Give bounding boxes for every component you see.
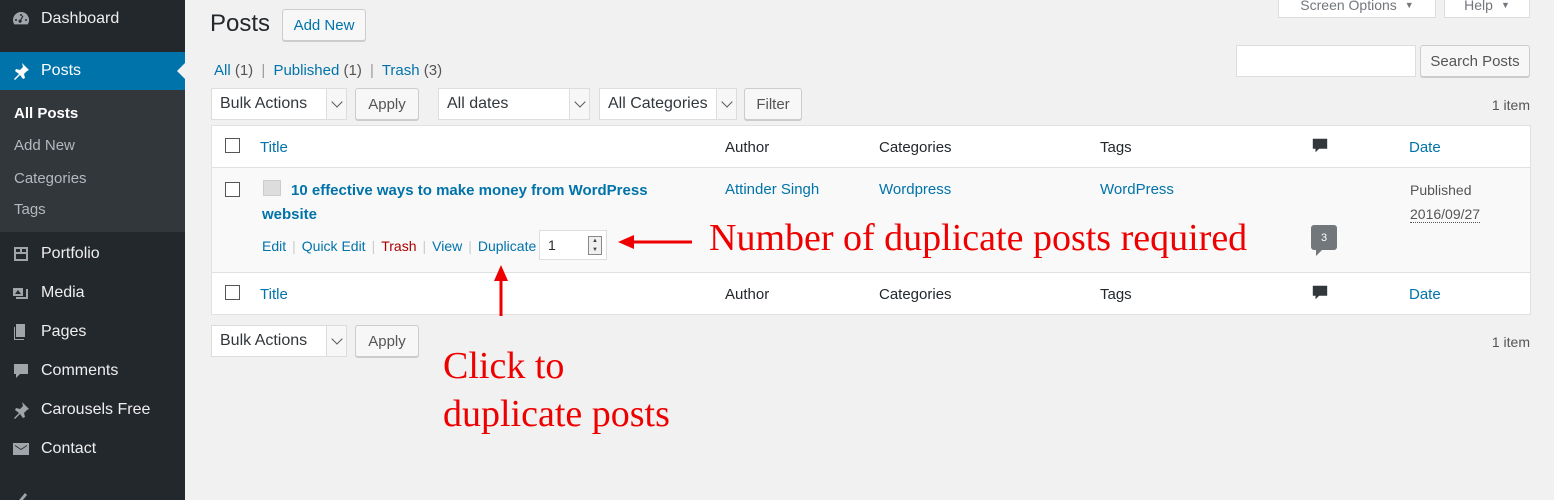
- annotation-click-label: Click to duplicate posts: [443, 342, 670, 438]
- arrowhead-left: [618, 235, 634, 249]
- annotation-number-label: Number of duplicate posts required: [709, 217, 1248, 259]
- annotation-click-line1: Click to: [443, 345, 565, 387]
- annotation-click-line2: duplicate posts: [443, 393, 670, 435]
- arrowhead-up: [494, 265, 508, 281]
